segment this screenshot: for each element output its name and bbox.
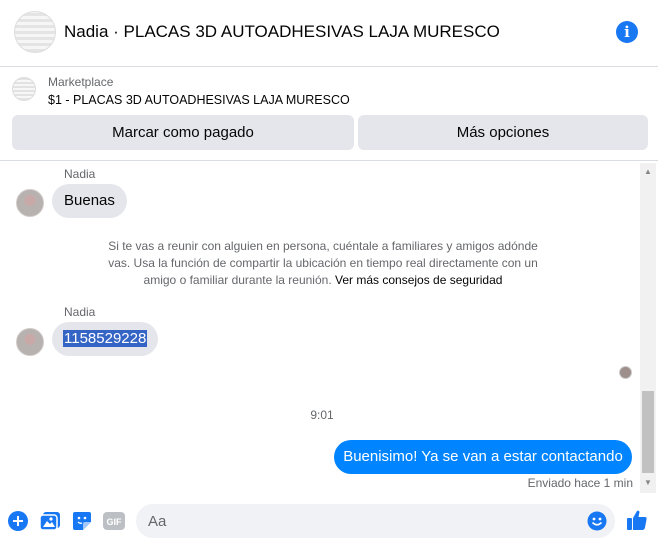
- avatar[interactable]: [16, 328, 44, 356]
- plus-circle-icon[interactable]: [7, 510, 29, 532]
- scroll-down-arrow-icon[interactable]: ▼: [640, 478, 656, 488]
- message-input[interactable]: [136, 504, 615, 538]
- marketplace-label: Marketplace: [48, 75, 114, 89]
- conversation-thumbnail[interactable]: [14, 11, 56, 53]
- incoming-message[interactable]: Buenas: [52, 184, 127, 218]
- mark-as-paid-button[interactable]: Marcar como pagado: [12, 115, 354, 150]
- message-input-placeholder: Aa: [148, 513, 167, 530]
- listing-thumbnail[interactable]: [12, 77, 36, 101]
- emoji-icon[interactable]: [586, 510, 608, 532]
- photo-icon[interactable]: [39, 510, 61, 532]
- message-timestamp: 9:01: [310, 408, 334, 422]
- gif-label: GIF: [107, 517, 123, 527]
- selected-phone-text[interactable]: 1158529228: [63, 330, 148, 347]
- gif-icon[interactable]: GIF: [103, 510, 125, 532]
- divider: [0, 160, 658, 161]
- sender-name: Nadia: [64, 167, 96, 181]
- safety-notice: Si te vas a reunir con alguien en person…: [96, 238, 550, 289]
- listing-title[interactable]: $1 - PLACAS 3D AUTOADHESIVAS LAJA MURESC…: [48, 93, 350, 107]
- more-options-button[interactable]: Más opciones: [358, 115, 648, 150]
- seen-avatar: [619, 366, 632, 379]
- conversation-title[interactable]: Nadia · PLACAS 3D AUTOADHESIVAS LAJA MUR…: [64, 22, 500, 42]
- safety-tips-link[interactable]: Ver más consejos de seguridad: [335, 273, 502, 287]
- like-icon[interactable]: [625, 508, 649, 532]
- avatar[interactable]: [16, 189, 44, 217]
- scrollbar-thumb[interactable]: [642, 391, 654, 473]
- sender-name: Nadia: [64, 305, 96, 319]
- info-icon[interactable]: i: [616, 21, 638, 43]
- scroll-up-arrow-icon[interactable]: ▲: [640, 167, 656, 177]
- outgoing-message[interactable]: Buenisimo! Ya se van a estar contactando: [334, 440, 632, 474]
- sticker-icon[interactable]: [71, 510, 93, 532]
- sent-status: Enviado hace 1 min: [527, 476, 633, 490]
- conversation-header: Nadia · PLACAS 3D AUTOADHESIVAS LAJA MUR…: [0, 0, 658, 67]
- incoming-message[interactable]: 1158529228: [52, 322, 159, 356]
